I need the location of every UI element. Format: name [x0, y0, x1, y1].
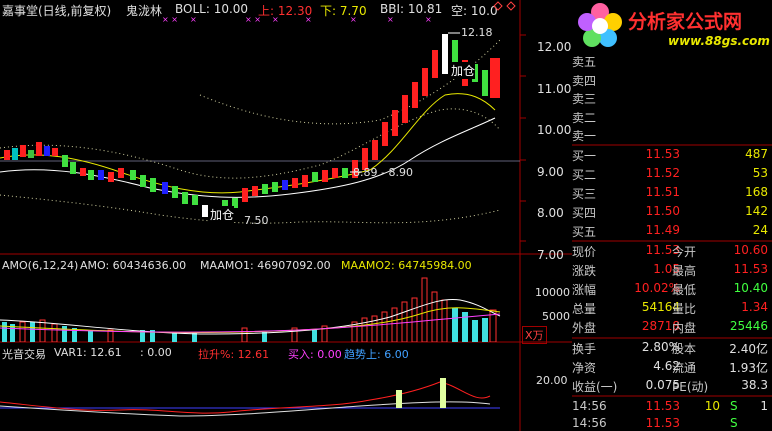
svg-text:×: ×	[425, 15, 432, 24]
low-marker: 7.50	[244, 214, 269, 227]
amo-axis-mid: 5000	[542, 310, 570, 323]
high-marker: 12.18	[461, 26, 493, 39]
buy-hint-top: 加仓	[451, 62, 476, 79]
amo-unit: X万	[522, 326, 547, 344]
svg-text:×: ×	[190, 15, 197, 24]
svg-text:×: ×	[350, 15, 357, 24]
amo-title: AMO(6,12,24)	[2, 259, 79, 272]
signal-axis: 20.00	[536, 374, 568, 387]
range-marker: 8.89 - 8.90	[353, 166, 413, 179]
stock-chart-window: 嘉事堂(日线,前复权) 鬼泷林 BOLL: 10.00 上: 12.30 下: …	[0, 0, 772, 431]
quote-dividers	[572, 144, 772, 397]
svg-text:× ×: × ×	[162, 15, 178, 24]
amo-ma2: MAAMO2: 64745984.00	[341, 259, 472, 272]
svg-text:×: ×	[272, 15, 279, 24]
signal-var1: VAR1: 12.61	[54, 346, 122, 359]
amo-ma1: MAAMO1: 46907092.00	[200, 259, 331, 272]
svg-text:× ×: × ×	[245, 15, 261, 24]
amo-chart[interactable]	[0, 272, 520, 342]
buy-hint-bottom: 加仓	[210, 206, 235, 223]
svg-text:×: ×	[387, 15, 394, 24]
price-axis: 12.00 11.00 10.00 9.00 8.00 7.00	[537, 40, 572, 262]
amo-value: AMO: 60434636.00	[80, 259, 187, 272]
amo-axis-top: 10000	[535, 286, 570, 299]
signal-chart[interactable]	[0, 360, 520, 431]
svg-text:×: ×	[305, 15, 312, 24]
signal-zero: : 0.00	[140, 346, 172, 359]
